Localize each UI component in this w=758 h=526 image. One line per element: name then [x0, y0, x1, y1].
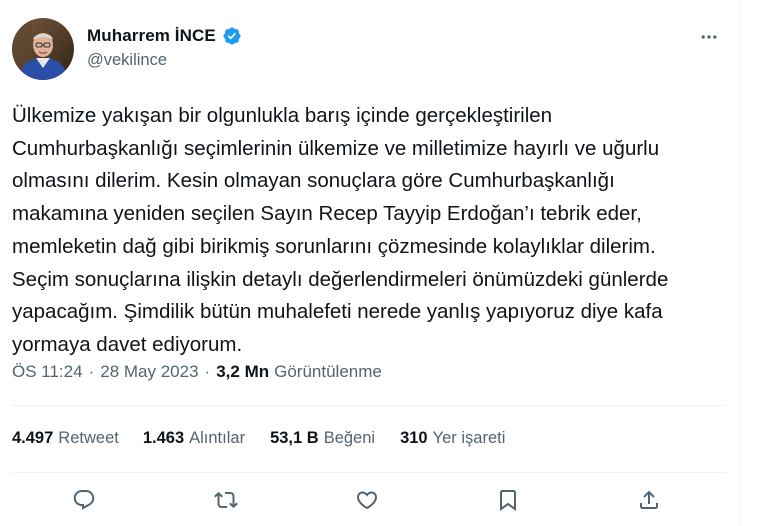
divider [12, 405, 727, 406]
author-handle[interactable]: @vekilince [87, 51, 167, 70]
share-icon [640, 490, 658, 509]
like-button[interactable] [349, 482, 385, 518]
author-name[interactable]: Muharrem İNCE [87, 26, 216, 46]
column-border [740, 0, 741, 526]
bookmarks-label: Yer işareti [432, 429, 506, 447]
reply-button[interactable] [66, 482, 102, 518]
quotes-count: 1.463 [142, 429, 185, 447]
share-button[interactable] [631, 482, 667, 518]
likes-label: Beğeni [323, 429, 376, 447]
bookmark-button[interactable] [490, 482, 526, 518]
retweet-icon [214, 491, 238, 509]
action-bar [0, 482, 740, 518]
more-horizontal-icon [701, 35, 717, 39]
retweet-button[interactable] [208, 482, 244, 518]
tweet-meta: ÖS 11:24 · 28 May 2023 · 3,2 Mn Görüntül… [12, 362, 382, 382]
likes-count: 53,1 B [270, 429, 319, 447]
retweets-stat[interactable]: 4.497 Retweet [12, 429, 119, 448]
views-label[interactable]: Görüntülenme [274, 362, 382, 382]
avatar[interactable] [12, 18, 74, 80]
bookmarks-stat[interactable]: 310 Yer işareti [400, 429, 505, 448]
bookmarks-count: 310 [400, 429, 428, 447]
views-count[interactable]: 3,2 Mn [216, 362, 269, 382]
author-name-row[interactable]: Muharrem İNCE [87, 26, 242, 46]
verified-badge-icon [222, 26, 242, 46]
tweet-date[interactable]: 28 May 2023 [100, 362, 198, 382]
like-icon [356, 491, 378, 510]
tweet-text-line: Ülkemize yakışan bir olgunlukla barış iç… [12, 104, 553, 127]
tweet-text-line: yormaya davet ediyorum. [12, 332, 243, 356]
reply-icon [73, 490, 95, 510]
more-options-button[interactable] [696, 26, 722, 48]
tweet-text-line: Seçim sonuçlarına ilişkin detaylı değerl… [12, 267, 669, 291]
tweet-text-line: memleketin dağ gibi birikmiş sorunlarını… [12, 234, 656, 258]
tweet-text-line: Cumhurbaşkanlığı seçimlerinin ülkemize v… [12, 136, 660, 160]
tweet-time[interactable]: ÖS 11:24 [12, 362, 83, 382]
meta-separator: · [88, 362, 95, 381]
tweet-text: Ülkemize yakışan bir olgunlukla barış iç… [12, 100, 727, 362]
quotes-stat[interactable]: 1.463 Alıntılar [143, 429, 245, 448]
engagement-stats: 4.497 Retweet 1.463 Alıntılar 53,1 B Beğ… [12, 429, 505, 448]
bookmark-icon [500, 490, 516, 511]
tweet-text-line: yapacağım. Şimdilik bütün muhalefeti ner… [12, 300, 663, 324]
tweet-card: Muharrem İNCE @vekilince Ülkemize yakışa… [0, 0, 740, 526]
tweet-text-line: makamına yeniden seçilen Sayın Recep Tay… [12, 202, 642, 226]
tweet-text-line: olmasını dilerim. Kesin olmayan sonuçlar… [12, 169, 615, 193]
divider [12, 472, 727, 473]
likes-stat[interactable]: 53,1 B Beğeni [270, 429, 375, 448]
meta-separator: · [204, 362, 211, 381]
retweets-label: Retweet [58, 429, 119, 447]
retweets-count: 4.497 [12, 429, 54, 447]
quotes-label: Alıntılar [189, 429, 246, 447]
avatar-image [12, 18, 74, 80]
